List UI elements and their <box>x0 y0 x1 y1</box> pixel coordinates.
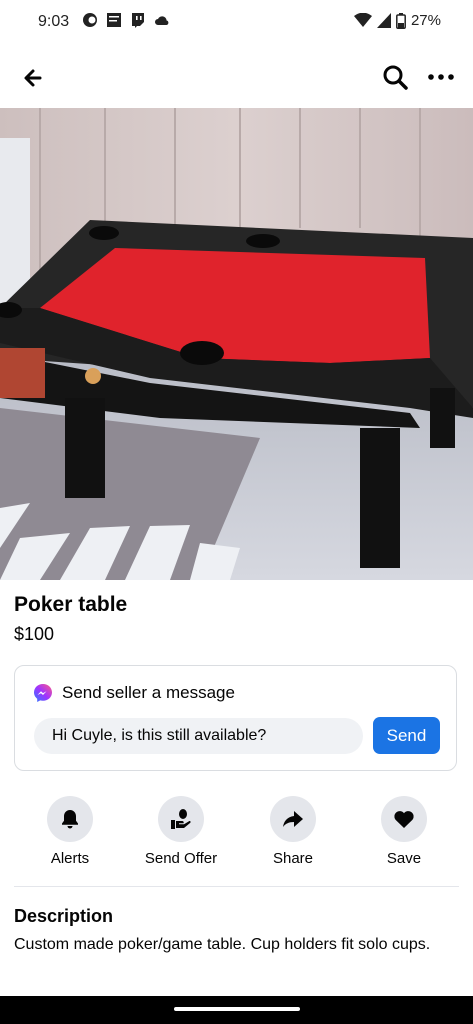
back-arrow-icon[interactable] <box>18 63 48 93</box>
listing-title: Poker table <box>14 593 128 616</box>
alerts-label: Alerts <box>50 850 90 867</box>
message-header: Send seller a message <box>33 683 235 703</box>
bell-icon <box>62 810 78 829</box>
notification-icons <box>82 12 170 28</box>
save-circle <box>381 796 427 842</box>
top-app-bar <box>0 46 473 108</box>
weather-channel-icon <box>107 13 121 27</box>
share-circle <box>270 796 316 842</box>
description-text: Custom made poker/game table. Cup holder… <box>14 936 431 953</box>
message-input[interactable] <box>34 718 363 754</box>
twitch-icon <box>132 13 144 28</box>
share-button[interactable]: Share <box>243 796 343 867</box>
status-time: 9:03 <box>38 13 70 30</box>
listing-photo[interactable] <box>0 108 473 580</box>
alerts-button[interactable]: Alerts <box>20 796 120 867</box>
send-offer-circle <box>158 796 204 842</box>
system-status: 27% <box>353 12 441 29</box>
share-arrow-icon <box>283 811 303 827</box>
message-header-label: Send seller a message <box>62 683 235 702</box>
send-offer-label: Send Offer <box>144 850 218 867</box>
description-title: Description <box>14 906 114 926</box>
save-button[interactable]: Save <box>354 796 454 867</box>
send-offer-button[interactable]: Send Offer <box>131 796 231 867</box>
more-options-icon[interactable] <box>426 62 456 92</box>
messenger-icon <box>34 684 52 702</box>
app-notification-icon <box>83 13 97 27</box>
section-divider <box>14 886 459 887</box>
battery-percent: 27% <box>410 12 441 29</box>
alerts-circle <box>47 796 93 842</box>
offer-hand-icon <box>171 809 191 829</box>
poker-table-image <box>0 108 473 580</box>
action-buttons: Alerts Send Offer Share Save <box>14 796 459 868</box>
signal-icon <box>376 13 391 28</box>
wifi-icon <box>353 13 372 27</box>
message-seller-card: Send seller a message Send <box>14 665 457 771</box>
share-label: Share <box>272 850 314 867</box>
save-label: Save <box>386 850 422 867</box>
listing-price: $100 <box>14 624 55 644</box>
home-gesture-handle[interactable] <box>174 1007 300 1011</box>
send-button[interactable]: Send <box>373 717 440 754</box>
heart-icon <box>394 811 414 828</box>
navigation-bar <box>0 996 473 1024</box>
battery-icon <box>396 12 406 29</box>
cloud-icon <box>155 16 169 25</box>
status-bar: 9:03 27% <box>0 0 473 46</box>
search-icon[interactable] <box>380 62 410 92</box>
